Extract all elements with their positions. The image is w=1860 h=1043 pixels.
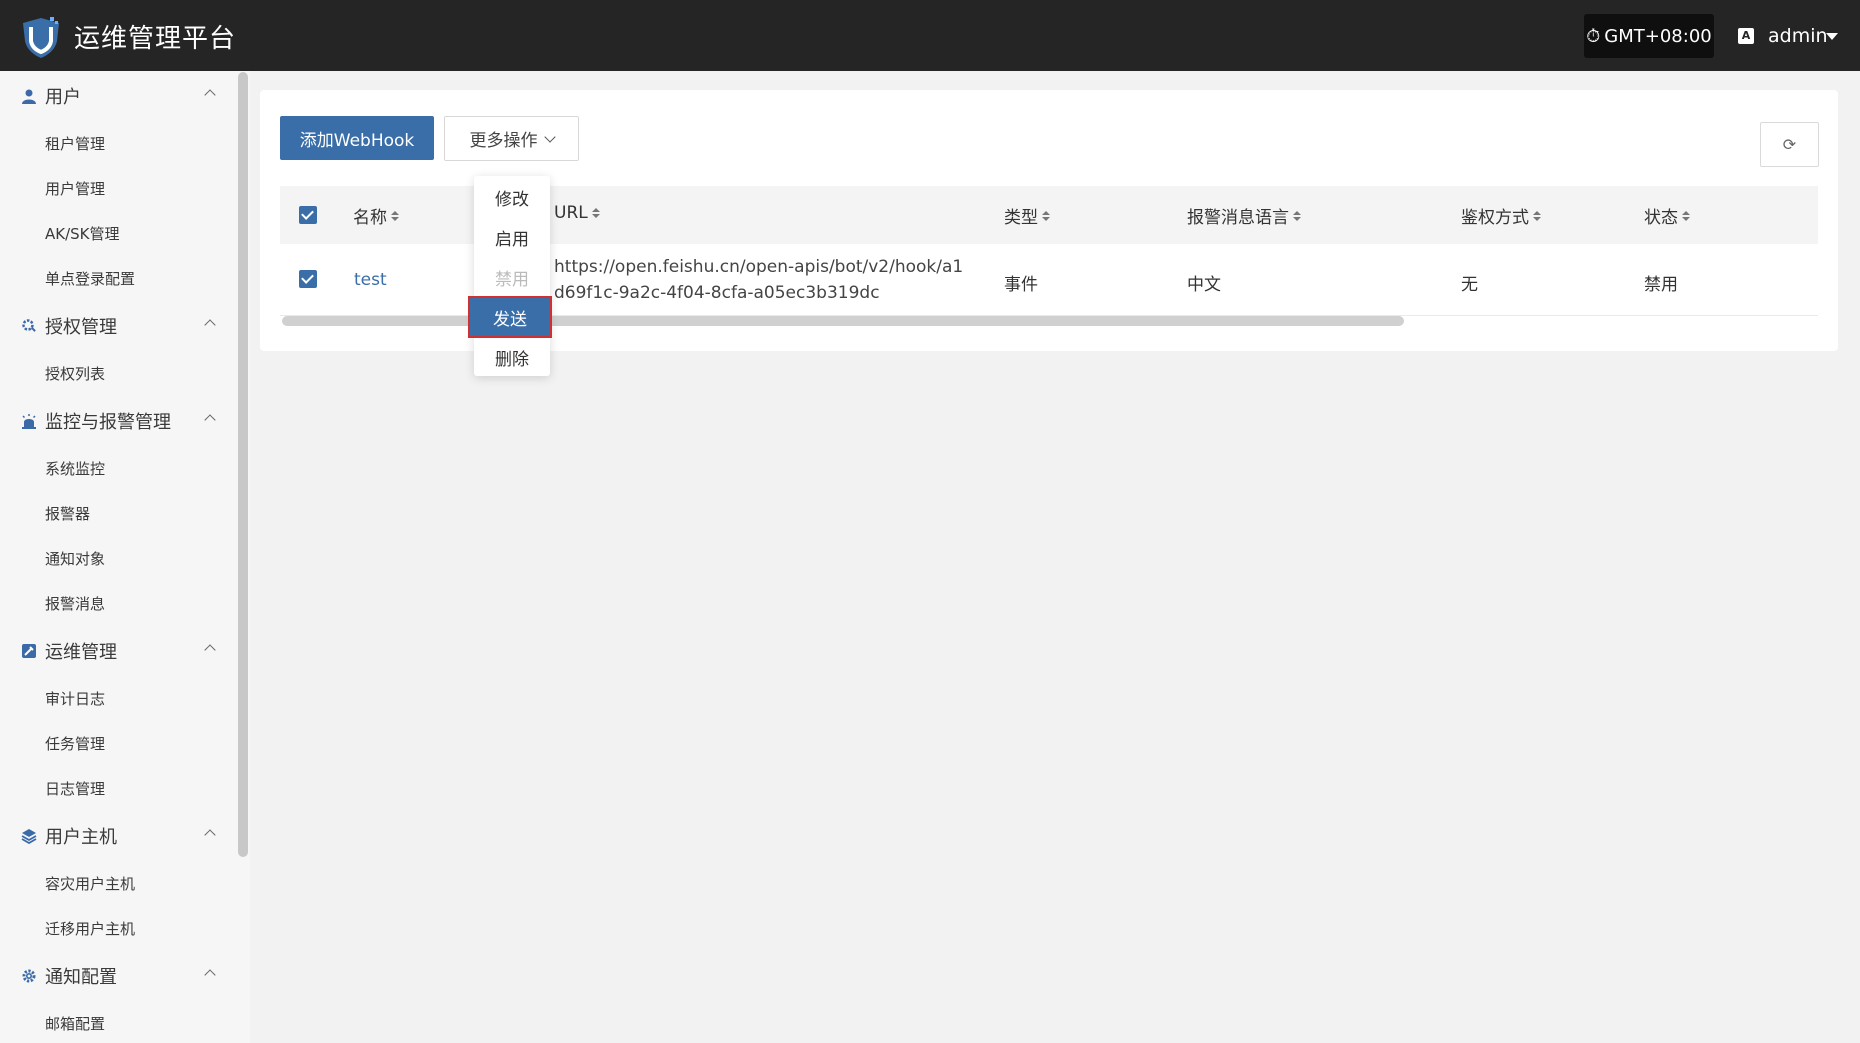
sidebar-group-notify-config[interactable]: 通知配置	[20, 961, 220, 991]
layers-icon	[20, 827, 38, 845]
menu-item-delete[interactable]: 删除	[474, 338, 550, 376]
sidebar-item-task[interactable]: 任务管理	[45, 733, 105, 754]
column-header-label: URL	[554, 203, 588, 223]
sidebar-group-label: 用户主机	[45, 827, 117, 848]
sidebar-item-notify-target[interactable]: 通知对象	[45, 548, 105, 569]
caret-down-icon[interactable]	[1826, 33, 1838, 40]
user-icon	[20, 87, 38, 105]
chevron-up-icon[interactable]	[204, 969, 216, 981]
column-header-label: 类型	[1004, 208, 1038, 228]
column-header-label: 鉴权方式	[1461, 208, 1529, 228]
timezone-label: GMT+08:00	[1604, 25, 1712, 47]
column-header-status[interactable]: 状态	[1644, 203, 1690, 228]
sidebar-item-audit-log[interactable]: 审计日志	[45, 688, 105, 709]
add-webhook-button[interactable]: 添加WebHook	[280, 116, 434, 160]
clock-icon: ⏱	[1586, 25, 1601, 47]
column-header-label: 状态	[1644, 208, 1678, 228]
user-menu[interactable]: admin	[1768, 25, 1828, 47]
gear-key-icon	[20, 317, 38, 335]
more-actions-label: 更多操作	[469, 131, 538, 151]
column-header-label: 报警消息语言	[1187, 208, 1289, 228]
alarm-icon	[20, 412, 38, 430]
sort-icon	[1293, 210, 1301, 221]
sidebar-item-migrate-hosts[interactable]: 迁移用户主机	[45, 918, 135, 939]
refresh-button[interactable]: ⟳	[1760, 122, 1819, 167]
sidebar-item-alarmer[interactable]: 报警器	[45, 503, 90, 524]
table-horizontal-scrollbar[interactable]	[282, 316, 1404, 326]
chevron-up-icon[interactable]	[204, 89, 216, 101]
webhook-url: https://open.feishu.cn/open-apis/bot/v2/…	[554, 257, 964, 303]
sort-icon	[391, 210, 399, 221]
chevron-up-icon[interactable]	[204, 319, 216, 331]
sidebar-group-label: 通知配置	[45, 967, 117, 988]
app-title: 运维管理平台	[74, 24, 237, 54]
sidebar-group-hosts[interactable]: 用户主机	[20, 821, 220, 851]
menu-item-enable[interactable]: 启用	[474, 218, 550, 256]
sidebar-group-label: 运维管理	[45, 642, 117, 663]
sidebar-item-aksk[interactable]: AK/SK管理	[45, 223, 120, 244]
menu-item-edit[interactable]: 修改	[474, 178, 550, 216]
sidebar-group-label: 用户	[45, 87, 81, 108]
webhook-type: 事件	[1004, 275, 1038, 295]
sidebar-group-auth[interactable]: 授权管理	[20, 311, 220, 341]
sidebar-item-mail-config[interactable]: 邮箱配置	[45, 1013, 105, 1034]
column-header-url[interactable]: URL	[554, 203, 600, 223]
gear-icon	[20, 967, 38, 985]
column-header-name[interactable]: 名称	[353, 203, 399, 228]
sidebar-group-ops[interactable]: 运维管理	[20, 636, 220, 666]
column-header-language[interactable]: 报警消息语言	[1187, 203, 1301, 228]
sidebar-group-user[interactable]: 用户	[20, 81, 220, 111]
sidebar-scrollbar[interactable]	[238, 72, 248, 857]
sort-icon	[1682, 210, 1690, 221]
language-icon[interactable]: A	[1738, 28, 1754, 44]
shield-logo-icon	[23, 17, 59, 58]
sidebar	[0, 71, 250, 1043]
column-header-label: 名称	[353, 208, 387, 228]
row-checkbox[interactable]	[299, 270, 317, 288]
select-all-checkbox[interactable]	[299, 206, 317, 224]
sidebar-item-system-monitor[interactable]: 系统监控	[45, 458, 105, 479]
more-actions-dropdown: 修改 启用 禁用 发送 删除	[468, 176, 552, 376]
column-header-type[interactable]: 类型	[1004, 203, 1050, 228]
sidebar-group-monitor[interactable]: 监控与报警管理	[20, 406, 220, 436]
sidebar-item-log[interactable]: 日志管理	[45, 778, 105, 799]
sidebar-item-users[interactable]: 用户管理	[45, 178, 105, 199]
chevron-up-icon[interactable]	[204, 644, 216, 656]
sidebar-item-auth-list[interactable]: 授权列表	[45, 363, 105, 384]
sidebar-item-dr-hosts[interactable]: 容灾用户主机	[45, 873, 135, 894]
webhook-name-link[interactable]: test	[354, 270, 387, 290]
more-actions-button[interactable]: 更多操作	[444, 116, 579, 161]
sort-icon	[1042, 210, 1050, 221]
tools-icon	[20, 642, 38, 660]
chevron-up-icon[interactable]	[204, 414, 216, 426]
sort-icon	[591, 208, 600, 218]
timezone-badge[interactable]: ⏱ GMT+08:00	[1584, 14, 1714, 58]
chevron-up-icon[interactable]	[204, 829, 216, 841]
sidebar-item-tenant[interactable]: 租户管理	[45, 133, 105, 154]
webhook-auth: 无	[1461, 275, 1478, 295]
menu-item-send[interactable]: 发送	[468, 296, 552, 338]
webhook-language: 中文	[1187, 275, 1221, 295]
sidebar-group-label: 监控与报警管理	[45, 412, 171, 433]
sort-icon	[1533, 210, 1541, 221]
top-bar: 运维管理平台 ⏱ GMT+08:00 A admin	[0, 0, 1860, 71]
webhook-status: 禁用	[1644, 275, 1678, 295]
sidebar-group-label: 授权管理	[45, 317, 117, 338]
sidebar-item-sso[interactable]: 单点登录配置	[45, 268, 135, 289]
column-header-auth[interactable]: 鉴权方式	[1461, 203, 1541, 228]
chevron-down-icon	[543, 130, 556, 143]
menu-item-disable: 禁用	[495, 269, 529, 290]
refresh-icon: ⟳	[1782, 135, 1797, 154]
sidebar-item-alarm-messages[interactable]: 报警消息	[45, 593, 105, 614]
